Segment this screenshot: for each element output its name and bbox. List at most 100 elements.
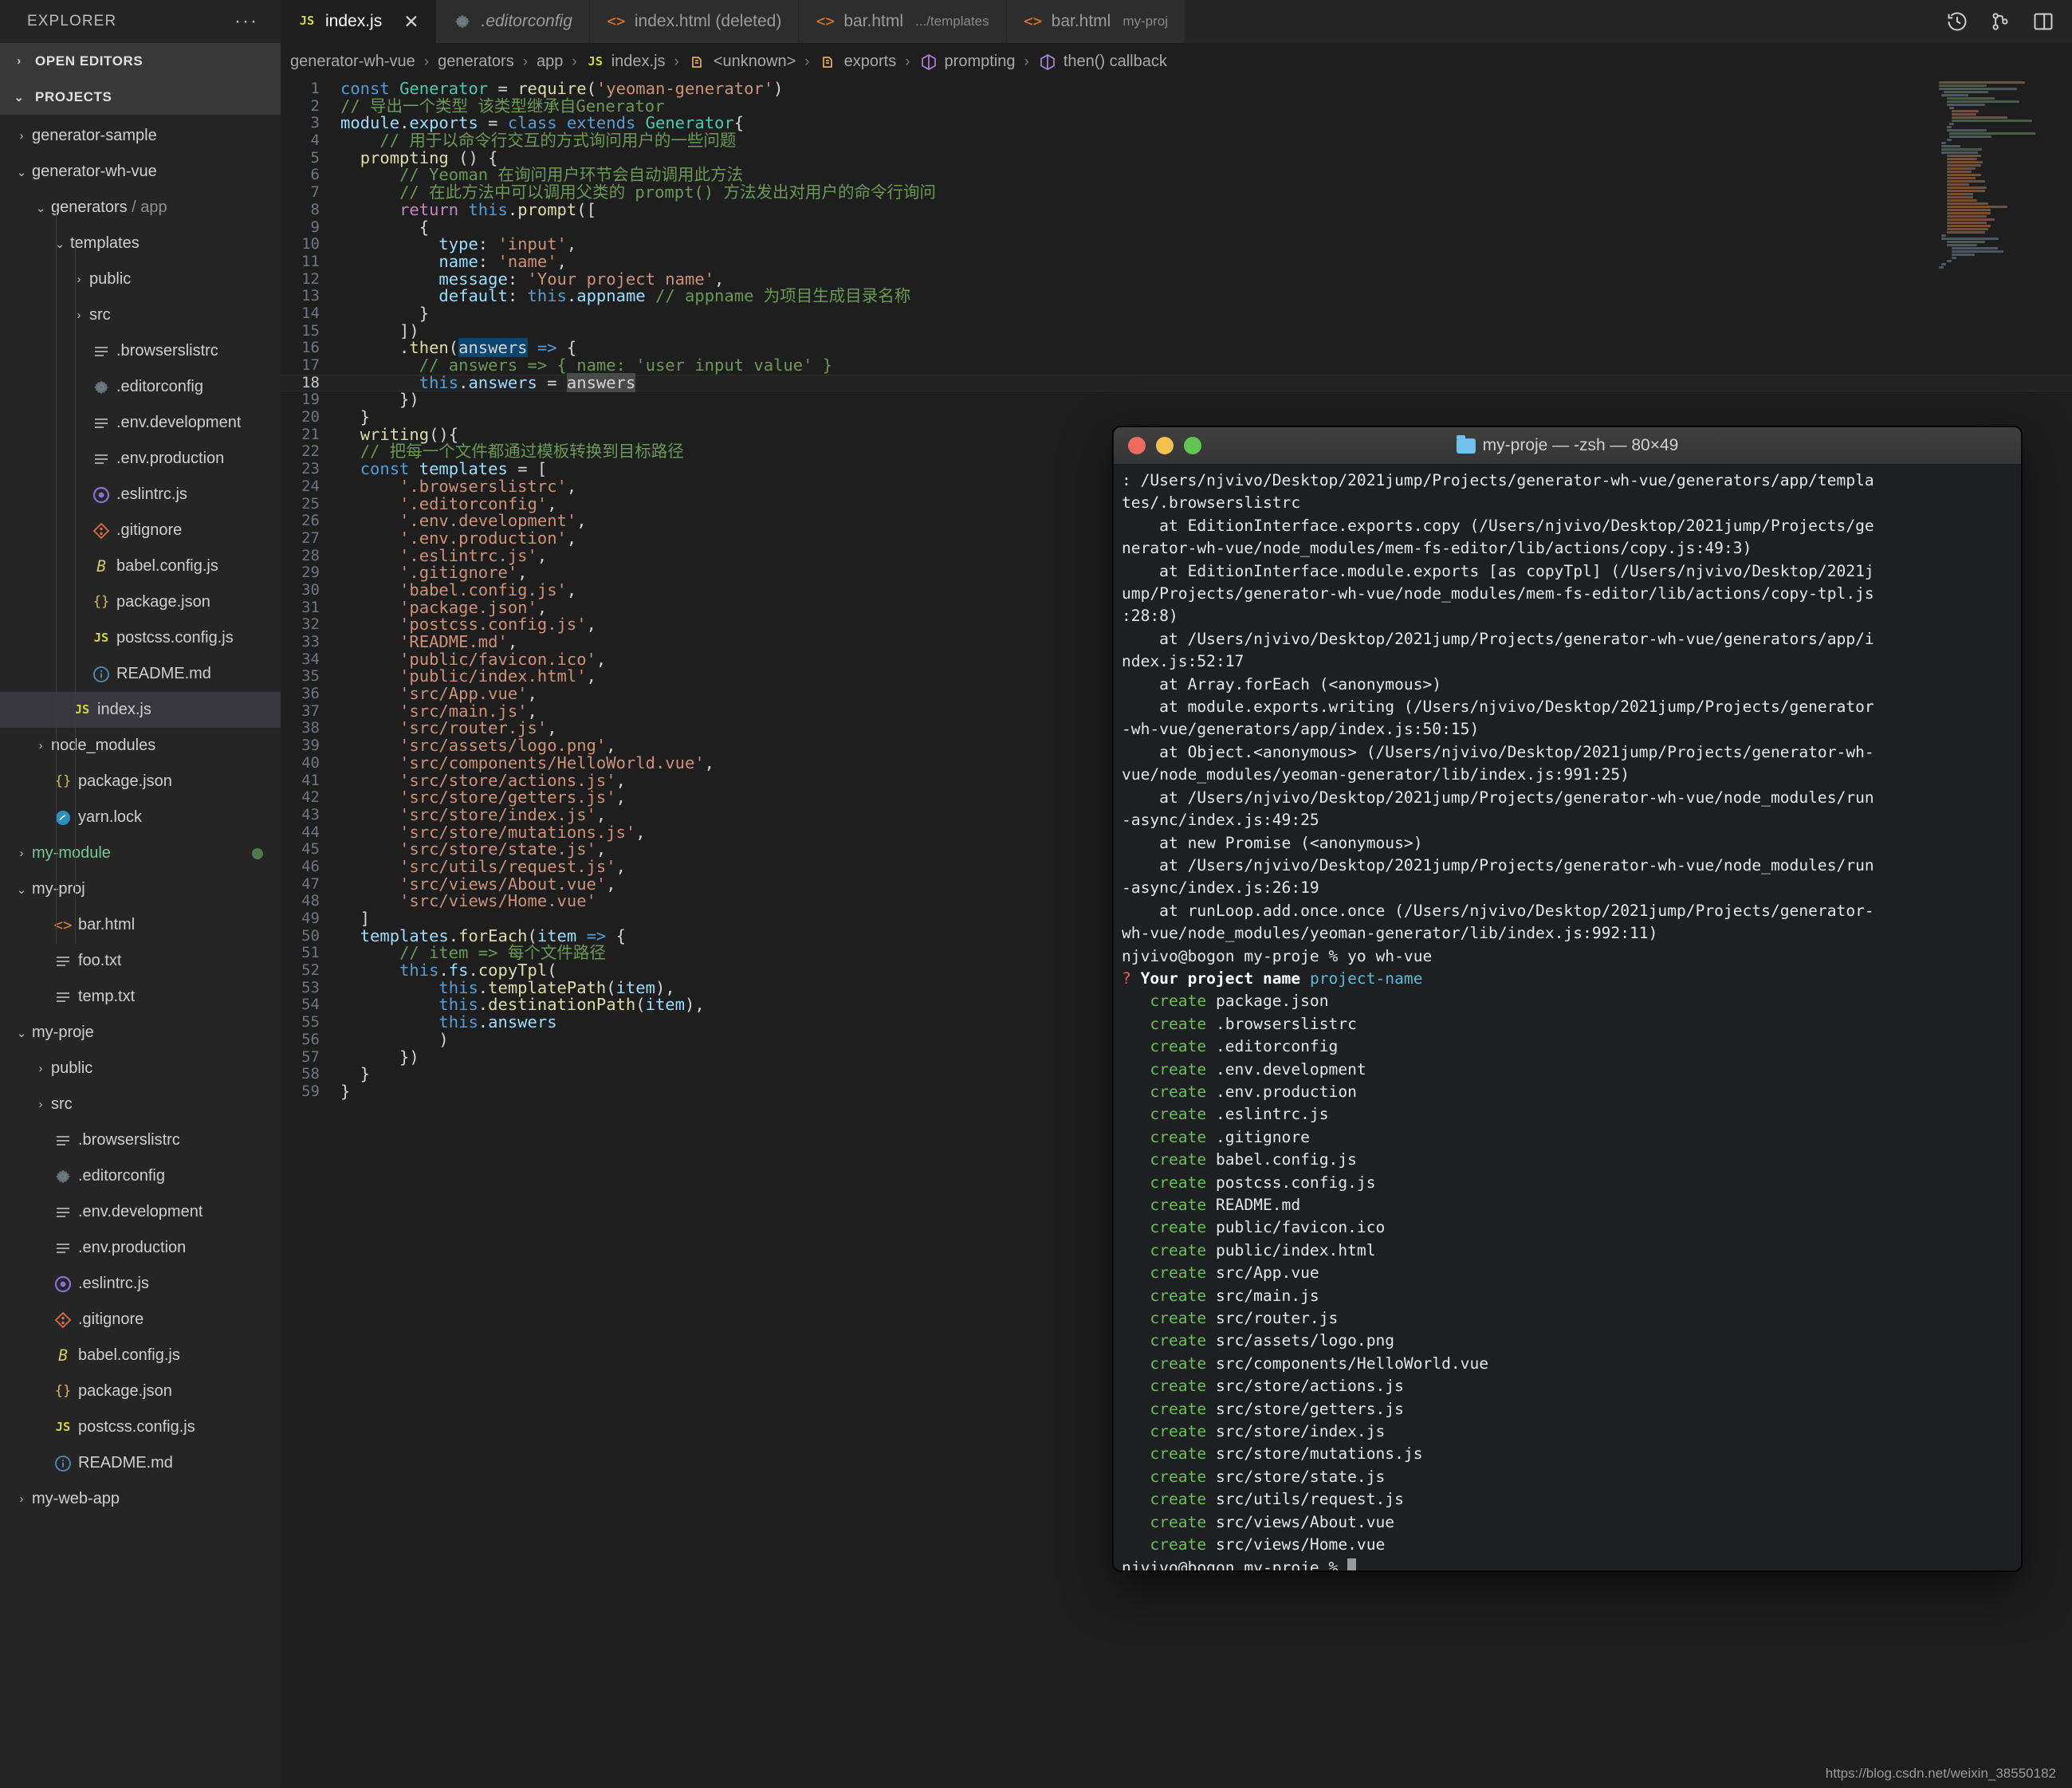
code-line[interactable]: 18 this.answers = answers xyxy=(281,372,2072,392)
code-line[interactable]: 13 default: this.appname // appname 为项目生… xyxy=(281,287,2072,305)
chevron-right-icon[interactable]: › xyxy=(11,1492,32,1506)
breadcrumb-item[interactable]: then() callback xyxy=(1038,53,1167,72)
tab-index-js[interactable]: JS index.js ✕ xyxy=(281,0,437,43)
tree-item[interactable]: › my-web-app xyxy=(0,1481,281,1517)
tree-item[interactable]: › my-module xyxy=(0,835,281,871)
tab-index-html-deleted-[interactable]: <> index.html (deleted) xyxy=(589,0,800,43)
breadcrumb-item[interactable]: app xyxy=(537,53,563,71)
terminal-titlebar[interactable]: my-proje — -zsh — 80×49 xyxy=(1114,427,2021,465)
tree-item[interactable]: <> bar.html xyxy=(0,907,281,943)
tree-item[interactable]: .gitignore xyxy=(0,513,281,548)
chevron-right-icon[interactable]: › xyxy=(30,1098,51,1111)
tree-item[interactable]: › generator-sample xyxy=(0,118,281,154)
tree-item[interactable]: .env.production xyxy=(0,1230,281,1266)
chevron-right-icon[interactable]: › xyxy=(69,308,89,322)
tab-close-icon[interactable]: ✕ xyxy=(403,12,419,31)
tree-item[interactable]: .browserslistrc xyxy=(0,1122,281,1158)
code-line[interactable]: 7 // 在此方法中可以调用父类的 prompt() 方法发出对用户的命令行询问 xyxy=(281,183,2072,202)
chevron-down-icon[interactable]: ⌄ xyxy=(30,201,51,215)
code-line[interactable]: 5 prompting () { xyxy=(281,149,2072,167)
tree-item[interactable]: {} package.json xyxy=(0,584,281,620)
tree-item[interactable]: README.md xyxy=(0,1445,281,1481)
tree-item[interactable]: Bbabel.config.js xyxy=(0,1338,281,1373)
history-icon[interactable] xyxy=(1946,10,1968,33)
breadcrumb-item[interactable]: generators xyxy=(438,53,514,71)
code-line[interactable]: 2 // 导出一个类型 该类型继承自Generator xyxy=(281,97,2072,116)
tree-item-selected[interactable]: JS index.js xyxy=(0,692,281,728)
source-control-icon[interactable] xyxy=(1989,10,2011,33)
code-line[interactable]: 19 }) xyxy=(281,391,2072,409)
chevron-down-icon[interactable]: ⌄ xyxy=(49,237,70,251)
chevron-right-icon[interactable]: › xyxy=(11,847,32,860)
tab--editorconfig[interactable]: .editorconfig xyxy=(436,0,590,43)
tree-item-label: my-proj xyxy=(32,880,85,898)
tree-item[interactable]: › src xyxy=(0,297,281,333)
terminal-output[interactable]: : /Users/njvivo/Desktop/2021jump/Project… xyxy=(1114,465,2021,1570)
chevron-right-icon[interactable]: › xyxy=(69,273,89,286)
section-projects[interactable]: ⌄ PROJECTS xyxy=(0,79,281,115)
tree-item[interactable]: .browserslistrc xyxy=(0,333,281,369)
chevron-down-icon[interactable]: ⌄ xyxy=(11,882,32,897)
code-line[interactable]: 16 .then(answers => { xyxy=(281,338,2072,358)
tree-item[interactable]: JS postcss.config.js xyxy=(0,1409,281,1445)
tab-sublabel: my-proj xyxy=(1122,14,1169,29)
code-line[interactable]: 1 const Generator = require('yeoman-gener… xyxy=(281,81,2072,98)
tree-item[interactable]: ⌄ my-proj xyxy=(0,871,281,907)
breadcrumb-item[interactable]: generator-wh-vue xyxy=(290,53,415,71)
tree-item[interactable]: .eslintrc.js xyxy=(0,477,281,513)
code-line[interactable]: 17 // answers => { name: 'user input val… xyxy=(281,356,2072,375)
code-line[interactable]: 14 } xyxy=(281,305,2072,323)
code-line[interactable]: 10 type: 'input', xyxy=(281,235,2072,253)
tree-item[interactable]: .env.development xyxy=(0,405,281,441)
tree-item[interactable]: .env.production xyxy=(0,441,281,477)
code-line[interactable]: 11 name: 'name', xyxy=(281,253,2072,271)
tree-item[interactable]: Bbabel.config.js xyxy=(0,548,281,584)
chevron-down-icon[interactable]: ⌄ xyxy=(11,1026,32,1040)
breadcrumb-item[interactable]: exports xyxy=(819,53,896,72)
section-open-editors[interactable]: › OPEN EDITORS xyxy=(0,43,281,79)
breadcrumb-item[interactable]: prompting xyxy=(919,53,1015,72)
tree-item[interactable]: .editorconfig xyxy=(0,1158,281,1194)
tab-bar-html[interactable]: <> bar.html .../templates xyxy=(799,0,1007,43)
tree-item[interactable]: › public xyxy=(0,1051,281,1087)
tree-item[interactable]: {} package.json xyxy=(0,764,281,800)
code-line[interactable]: 3 module.exports = class extends Generato… xyxy=(281,115,2072,132)
code-line[interactable]: 12 message: 'Your project name', xyxy=(281,270,2072,289)
terminal-window[interactable]: my-proje — -zsh — 80×49 : /Users/njvivo/… xyxy=(1113,426,2022,1571)
tree-item[interactable]: {} package.json xyxy=(0,1373,281,1409)
breadcrumb-item[interactable]: JS index.js xyxy=(586,53,665,72)
tree-item[interactable]: › src xyxy=(0,1087,281,1122)
code-line[interactable]: 20 } xyxy=(281,408,2072,426)
chevron-right-icon[interactable]: › xyxy=(30,1062,51,1075)
breadcrumb-item[interactable]: <unknown> xyxy=(688,53,796,72)
tree-item[interactable]: yarn.lock xyxy=(0,800,281,835)
chevron-right-icon[interactable]: › xyxy=(30,739,51,753)
chevron-right-icon[interactable]: › xyxy=(11,129,32,143)
code-line[interactable]: 8 return this.prompt([ xyxy=(281,201,2072,219)
tree-item[interactable]: ⌄ generator-wh-vue xyxy=(0,154,281,190)
tree-item[interactable]: ⌄ templates xyxy=(0,226,281,261)
chevron-down-icon[interactable]: ⌄ xyxy=(11,165,32,179)
tree-item[interactable]: .eslintrc.js xyxy=(0,1266,281,1302)
tree-item[interactable]: foo.txt xyxy=(0,943,281,979)
code-line[interactable]: 15 ]) xyxy=(281,322,2072,340)
tree-item[interactable]: .env.development xyxy=(0,1194,281,1230)
tree-item[interactable]: ⌄ generators / app xyxy=(0,190,281,226)
code-line[interactable]: 4 // 用于以命令行交互的方式询问用户的一些问题 xyxy=(281,132,2072,150)
minimap-line xyxy=(1946,126,1952,128)
tree-item[interactable]: › public xyxy=(0,261,281,297)
method-icon xyxy=(1038,53,1057,72)
tab-bar-html[interactable]: <> bar.html my-proj xyxy=(1006,0,1186,43)
code-line[interactable]: 6 // Yeoman 在询问用户环节会自动调用此方法 xyxy=(281,167,2072,184)
split-editor-icon[interactable] xyxy=(2032,10,2054,33)
tree-item[interactable]: JS postcss.config.js xyxy=(0,620,281,656)
tree-item[interactable]: temp.txt xyxy=(0,979,281,1015)
tree-item[interactable]: .editorconfig xyxy=(0,369,281,405)
ellipsis-icon[interactable]: ··· xyxy=(234,12,258,31)
tree-item[interactable]: › node_modules xyxy=(0,728,281,764)
tree-item[interactable]: ⌄ my-proje xyxy=(0,1015,281,1051)
tree-item[interactable]: .gitignore xyxy=(0,1302,281,1338)
tree-item[interactable]: README.md xyxy=(0,656,281,692)
code-line[interactable]: 9 { xyxy=(281,218,2072,237)
tree-item-label: public xyxy=(89,270,132,288)
